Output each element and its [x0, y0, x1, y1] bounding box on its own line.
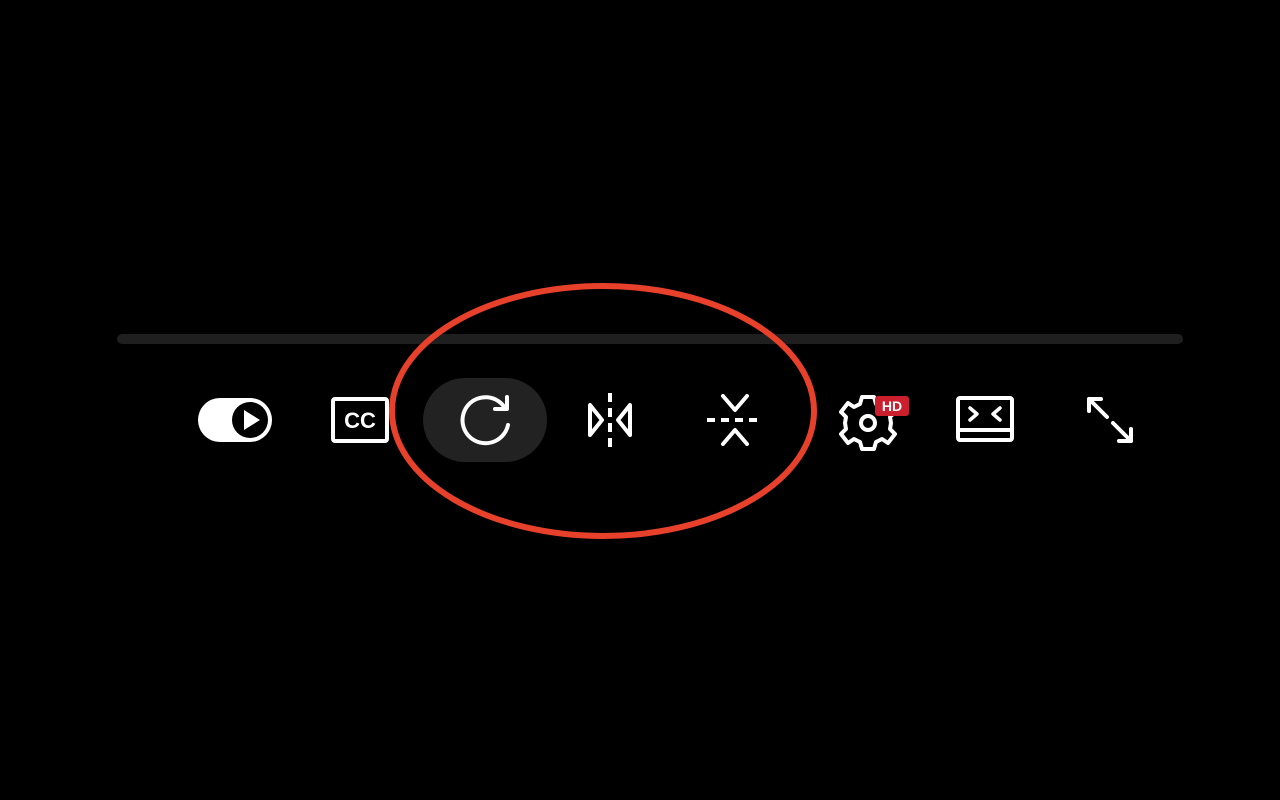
rotate-icon	[460, 395, 510, 446]
captions-button[interactable]: CC	[325, 385, 395, 455]
closed-captions-icon: CC	[331, 397, 389, 443]
progress-bar[interactable]	[117, 334, 1183, 344]
captions-label: CC	[344, 408, 376, 433]
theater-mode-button[interactable]	[950, 385, 1020, 455]
fullscreen-icon	[1087, 397, 1133, 443]
autoplay-toggle[interactable]	[190, 385, 280, 455]
fullscreen-button[interactable]	[1075, 385, 1145, 455]
rotate-button[interactable]	[423, 378, 547, 462]
mirror-button[interactable]	[575, 385, 645, 455]
theater-mode-icon	[956, 396, 1014, 442]
video-player: CC HD	[0, 0, 1280, 800]
flip-horizontal-icon	[588, 393, 632, 447]
autoplay-toggle-icon	[198, 398, 272, 442]
collapse-vertical-icon	[707, 394, 763, 446]
hd-badge: HD	[875, 396, 909, 416]
collapse-button[interactable]	[700, 385, 770, 455]
